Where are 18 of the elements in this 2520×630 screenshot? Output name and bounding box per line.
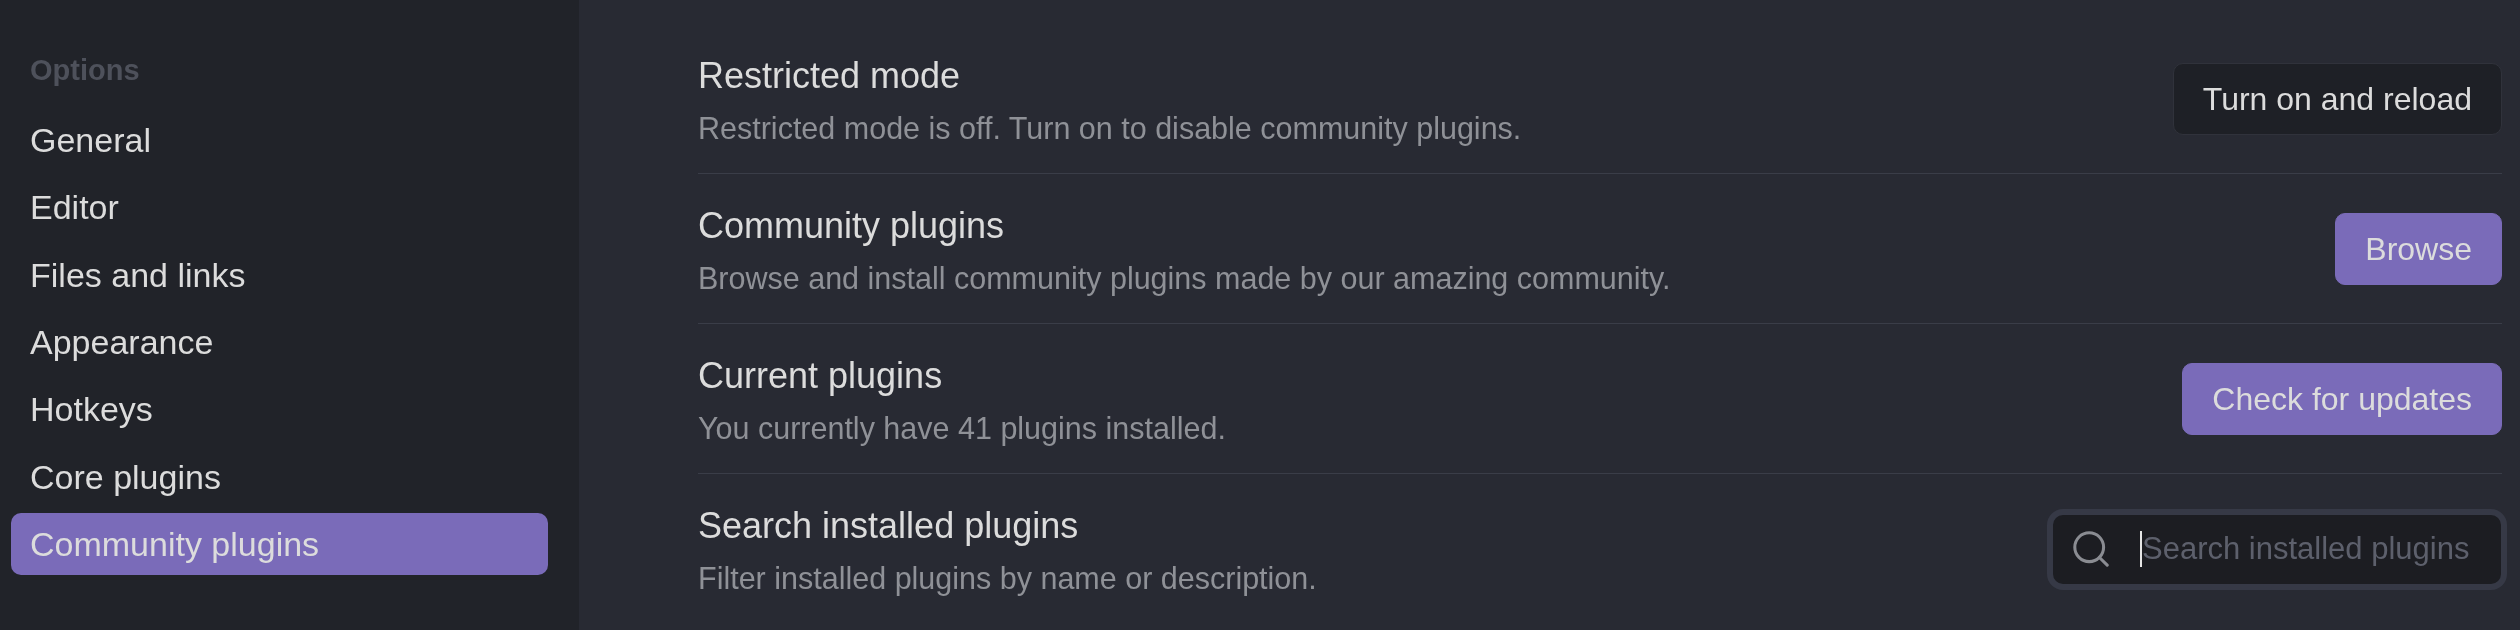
search-icon [2073, 531, 2109, 567]
setting-description: Filter installed plugins by name or description. [698, 560, 1317, 598]
sidebar-item[interactable]: Editor [11, 176, 548, 239]
sidebar-item[interactable]: Files and links [11, 243, 548, 306]
sidebar-item[interactable]: Core plugins [11, 445, 548, 508]
setting-title: Search installed plugins [698, 504, 1079, 548]
setting-description: You currently have 41 plugins installed. [698, 409, 1226, 448]
search-field[interactable]: Search installed plugins [2047, 508, 2507, 590]
setting-title: Community plugins [698, 203, 1005, 248]
setting-description: Restricted mode is off. Turn on to disable community plugins. [698, 109, 1522, 148]
text-cursor [2140, 531, 2142, 567]
setting-title: Current plugins [698, 353, 943, 398]
setting-description: Browse and install community plugins made by our amazing community. [698, 259, 1671, 298]
setting-title: Restricted mode [698, 53, 961, 98]
action-button[interactable]: Turn on and reload [2172, 62, 2502, 135]
sidebar-item[interactable]: Hotkeys [11, 378, 548, 441]
sidebar-item[interactable]: General [11, 109, 548, 171]
sidebar-item[interactable]: Appearance [11, 311, 548, 373]
